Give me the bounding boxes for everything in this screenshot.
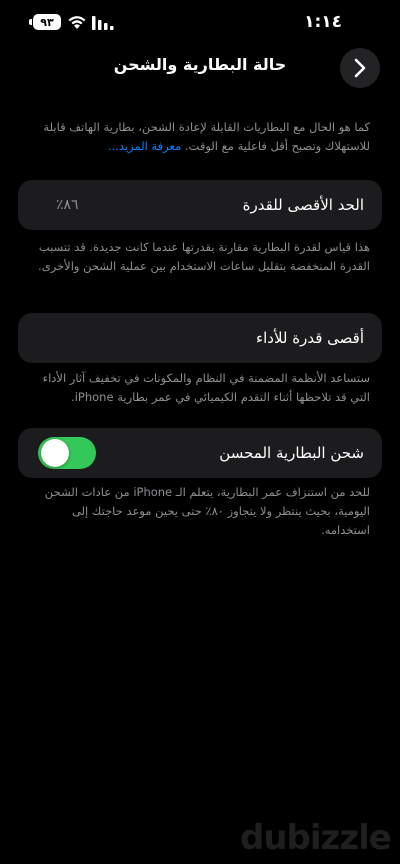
optimized-charging-row: شحن البطارية المحسن [18,428,382,478]
battery-level: ٩٣ [40,15,54,29]
signal-icon [92,16,114,30]
back-button[interactable] [340,48,380,88]
nav-bar: حالة البطارية والشحن [0,44,400,90]
status-time: ١:١٤ [304,12,342,32]
intro-description: كما هو الحال مع البطاريات القابلة لإعادة… [30,118,370,156]
status-bar: ٩٣ ١:١٤ [0,0,400,44]
peak-performance-row: أقصى قدرة للأداء [18,313,382,363]
battery-nub [29,19,32,25]
peak-performance-label: أقصى قدرة للأداء [256,329,364,347]
chevron-right-icon [354,58,366,78]
wifi-icon [68,16,86,29]
optimized-charging-label: شحن البطارية المحسن [219,444,364,462]
learn-more-link[interactable]: معرفة المزيد... [108,139,181,153]
intro-text: كما هو الحال مع البطاريات القابلة لإعادة… [43,120,370,153]
battery-icon: ٩٣ [29,14,61,30]
watermark-logo: dubizzle [240,818,392,858]
peak-performance-description: ستساعد الأنظمة المضمنة في النظام والمكون… [42,371,370,404]
max-capacity-description: هذا قياس لقدرة البطارية مقارنة بقدرتها ع… [38,240,370,273]
max-capacity-row: الحد الأقصى للقدرة ٨٦٪ [18,180,382,230]
optimized-charging-description: للحد من استنزاف عمر البطارية، يتعلم الـ … [44,485,370,537]
max-capacity-label: الحد الأقصى للقدرة [242,196,364,214]
max-capacity-value: ٨٦٪ [56,197,79,213]
toggle-knob [41,439,69,467]
optimized-charging-toggle[interactable] [38,437,96,469]
